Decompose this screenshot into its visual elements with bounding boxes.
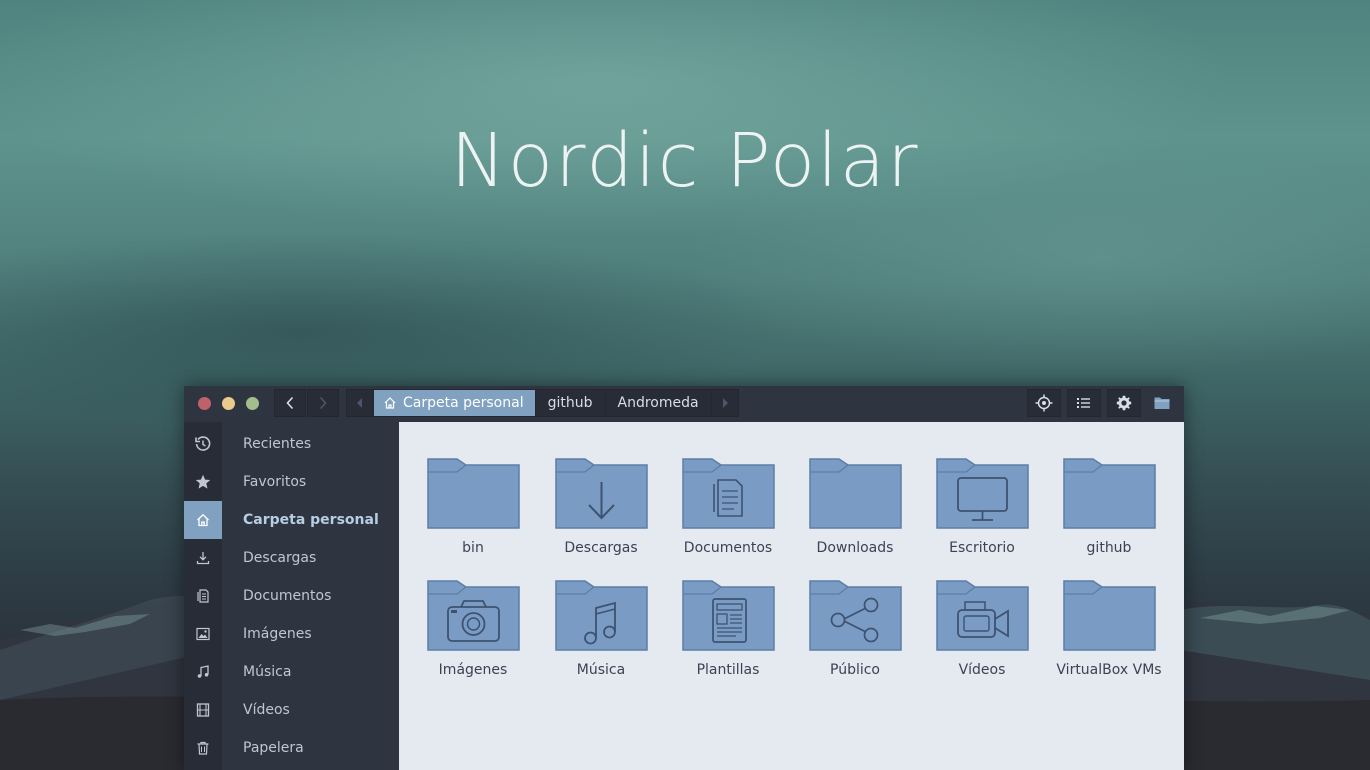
file-name: github	[1086, 540, 1132, 556]
sidebar-item-carpeta-personal[interactable]: Carpeta personal	[184, 501, 399, 539]
home-icon	[383, 396, 397, 410]
file-name: Escritorio	[949, 540, 1015, 556]
trash-icon	[184, 729, 222, 767]
folder-github[interactable]: github	[1050, 458, 1168, 578]
folder-videos[interactable]: Vídeos	[923, 580, 1041, 700]
sidebar-item-label: Recientes	[243, 436, 312, 452]
file-name: Vídeos	[958, 662, 1006, 678]
path-scroll-left-button[interactable]	[347, 390, 373, 416]
locate-button[interactable]	[1027, 389, 1061, 417]
folder-icon	[1154, 397, 1170, 409]
folder-button[interactable]	[1145, 389, 1179, 417]
maximize-button[interactable]	[246, 397, 259, 410]
history-icon	[184, 425, 222, 463]
back-button[interactable]	[274, 389, 306, 417]
wallpaper-title: Nordic Polar	[450, 118, 920, 204]
folder-virtualbox-vms[interactable]: VirtualBox VMs	[1050, 580, 1168, 700]
folder-imagenes[interactable]: Imágenes	[414, 580, 532, 700]
file-name: VirtualBox VMs	[1056, 662, 1162, 678]
sidebar-item-imagenes[interactable]: Imágenes	[184, 615, 399, 653]
sidebar-item-label: Carpeta personal	[243, 512, 379, 528]
caret-left-icon	[357, 398, 362, 408]
caret-right-icon	[722, 398, 728, 408]
file-manager-window: Carpeta personal github Andromeda Recien…	[184, 386, 1184, 770]
gear-icon	[1116, 395, 1132, 411]
sidebar-item-label: Descargas	[243, 550, 317, 566]
breadcrumb: Carpeta personal github Andromeda	[346, 389, 739, 417]
breadcrumb-item-github[interactable]: github	[534, 390, 605, 416]
folder-musica[interactable]: Música	[542, 580, 660, 700]
star-icon	[184, 463, 222, 501]
list-view-button[interactable]	[1067, 389, 1101, 417]
file-name: Público	[830, 662, 880, 678]
locate-icon	[1035, 394, 1053, 412]
sidebar: Recientes Favoritos Carpeta personal Des…	[184, 422, 400, 770]
download-folder-icon	[555, 458, 648, 529]
file-name: Música	[576, 662, 626, 678]
settings-menu-button[interactable]	[1107, 389, 1141, 417]
desktop-folder-icon	[936, 458, 1029, 529]
document-folder-icon	[682, 458, 775, 529]
folder-icon	[809, 458, 902, 529]
download-icon	[184, 539, 222, 577]
folder-bin[interactable]: bin	[414, 458, 532, 578]
chevron-left-icon	[286, 396, 294, 410]
folder-icon	[1063, 580, 1156, 651]
folder-plantillas[interactable]: Plantillas	[669, 580, 787, 700]
camera-folder-icon	[427, 580, 520, 651]
file-name: Descargas	[564, 540, 638, 556]
sidebar-item-videos[interactable]: Vídeos	[184, 691, 399, 729]
sidebar-item-favoritos[interactable]: Favoritos	[184, 463, 399, 501]
breadcrumb-item-home[interactable]: Carpeta personal	[373, 390, 535, 416]
file-name: Plantillas	[696, 662, 760, 678]
folder-descargas[interactable]: Descargas	[542, 458, 660, 578]
film-icon	[184, 691, 222, 729]
file-name: bin	[462, 540, 484, 556]
sidebar-item-label: Imágenes	[243, 626, 312, 642]
music-folder-icon	[555, 580, 648, 651]
sidebar-item-papelera[interactable]: Papelera	[184, 729, 399, 767]
sidebar-item-descargas[interactable]: Descargas	[184, 539, 399, 577]
folder-documentos[interactable]: Documentos	[669, 458, 787, 578]
folder-escritorio[interactable]: Escritorio	[923, 458, 1041, 578]
sidebar-item-label: Favoritos	[243, 474, 307, 490]
sidebar-item-documentos[interactable]: Documentos	[184, 577, 399, 615]
list-view-icon	[1077, 398, 1090, 408]
chevron-right-icon	[319, 396, 327, 410]
sidebar-item-label: Música	[243, 664, 292, 680]
path-scroll-right-button[interactable]	[710, 390, 738, 416]
breadcrumb-label: Carpeta personal	[403, 395, 524, 411]
close-button[interactable]	[198, 397, 211, 410]
folder-downloads[interactable]: Downloads	[796, 458, 914, 578]
breadcrumb-label: Andromeda	[617, 395, 699, 411]
sidebar-item-label: Vídeos	[243, 702, 290, 718]
breadcrumb-label: github	[547, 395, 593, 411]
image-icon	[184, 615, 222, 653]
breadcrumb-item-andromeda[interactable]: Andromeda	[604, 390, 711, 416]
sidebar-item-label: Papelera	[243, 740, 304, 756]
folder-publico[interactable]: Público	[796, 580, 914, 700]
home-icon	[184, 501, 222, 539]
share-folder-icon	[809, 580, 902, 651]
sidebar-item-musica[interactable]: Música	[184, 653, 399, 691]
forward-button[interactable]	[307, 389, 339, 417]
folder-icon	[427, 458, 520, 529]
file-name: Imágenes	[438, 662, 508, 678]
file-name: Downloads	[816, 540, 894, 556]
folder-icon	[1063, 458, 1156, 529]
headerbar: Carpeta personal github Andromeda	[184, 386, 1184, 423]
file-name: Documentos	[683, 540, 773, 556]
document-icon	[184, 577, 222, 615]
sidebar-item-recientes[interactable]: Recientes	[184, 425, 399, 463]
file-grid: bin Descargas Documentos Downloads Escri…	[399, 422, 1184, 770]
music-icon	[184, 653, 222, 691]
sidebar-item-label: Documentos	[243, 588, 332, 604]
minimize-button[interactable]	[222, 397, 235, 410]
template-folder-icon	[682, 580, 775, 651]
video-camera-folder-icon	[936, 580, 1029, 651]
